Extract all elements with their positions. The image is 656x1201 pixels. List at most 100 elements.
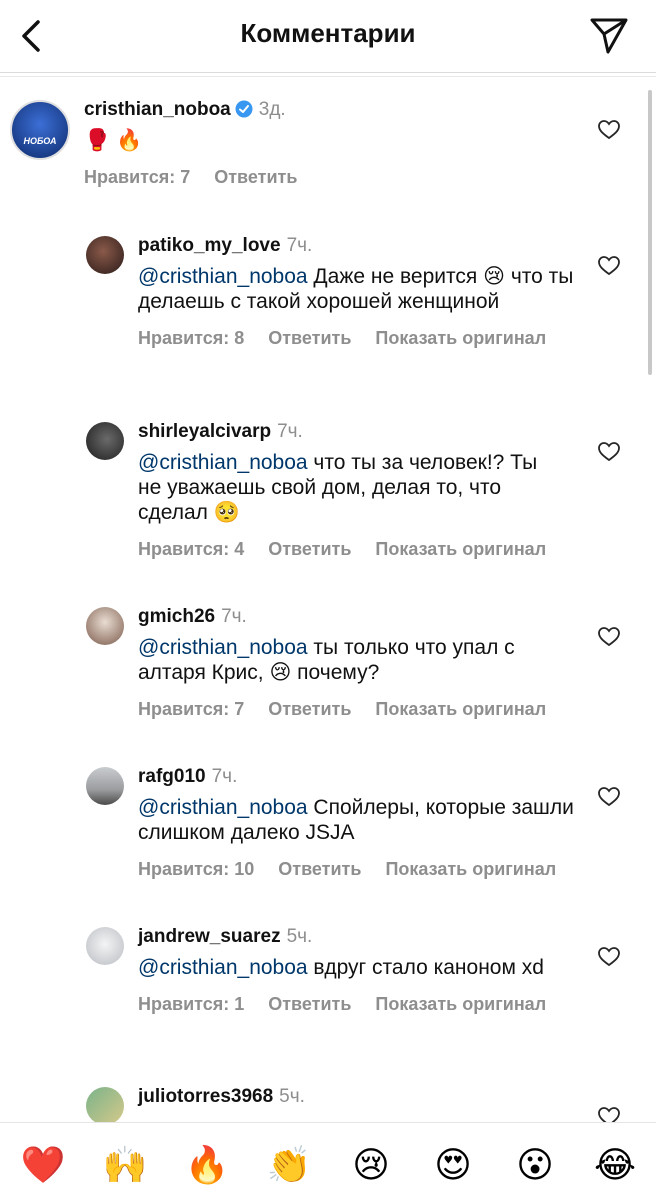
avatar[interactable] bbox=[86, 607, 124, 645]
username[interactable]: shirleyalcivarp bbox=[138, 421, 271, 442]
comment-body: jandrew_suarez 5ч. @cristhian_noboa вдруг… bbox=[138, 925, 578, 1015]
svg-text:😮: 😮 bbox=[516, 1144, 554, 1185]
svg-text:😍: 😍 bbox=[434, 1144, 472, 1185]
comment-meta: patiko_my_love 7ч. bbox=[138, 234, 598, 258]
send-icon[interactable] bbox=[588, 14, 630, 56]
clapping-hands-emoji-icon[interactable]: 👏 bbox=[264, 1139, 314, 1189]
comment-content: вдруг стало каноном xd bbox=[307, 956, 544, 979]
reply-button[interactable]: Ответить bbox=[268, 994, 351, 1014]
comment-actions: Нравится: 1 Ответить Показать оригинал bbox=[138, 994, 578, 1015]
svg-text:😢: 😢 bbox=[352, 1144, 390, 1185]
comment-body: patiko_my_love 7ч. @cristhian_noboa Даже … bbox=[138, 234, 598, 349]
svg-text:😂: 😂 bbox=[594, 1144, 636, 1185]
avatar[interactable] bbox=[86, 767, 124, 805]
comment-actions: Нравится: 7 Ответить Показать оригинал bbox=[138, 699, 578, 720]
comment-actions: Нравится: 7 Ответить bbox=[84, 167, 321, 188]
username[interactable]: jandrew_suarez bbox=[138, 926, 281, 947]
comment-text: 🥊 🔥 bbox=[84, 129, 143, 152]
red-heart-emoji-icon[interactable]: ❤️ bbox=[18, 1139, 68, 1189]
avatar[interactable]: НОБОА bbox=[10, 100, 70, 160]
timestamp: 7ч. bbox=[277, 421, 303, 442]
comment-body: cristhian_noboa 3д. 🥊 🔥 Нравится: 7 Ответи… bbox=[84, 98, 321, 188]
timestamp: 7ч. bbox=[211, 766, 238, 787]
like-heart-icon[interactable] bbox=[598, 787, 620, 807]
like-heart-icon[interactable] bbox=[598, 256, 620, 276]
reply-button[interactable]: Ответить bbox=[278, 859, 361, 879]
heart-eyes-emoji-icon[interactable]: 😍 bbox=[428, 1139, 478, 1189]
like-heart-icon[interactable] bbox=[598, 627, 620, 647]
like-heart-icon[interactable] bbox=[598, 947, 620, 967]
username[interactable]: patiko_my_love bbox=[138, 235, 281, 256]
svg-text:🙌: 🙌 bbox=[103, 1144, 148, 1185]
username[interactable]: cristhian_noboa bbox=[84, 99, 231, 120]
comment-meta: shirleyalcivarp 7ч. bbox=[138, 420, 558, 444]
mention-link[interactable]: @cristhian_noboa bbox=[138, 796, 308, 819]
svg-text:❤️: ❤️ bbox=[21, 1144, 66, 1185]
timestamp: 3д. bbox=[258, 99, 286, 120]
likes-count[interactable]: Нравится: 7 bbox=[138, 699, 244, 719]
avatar[interactable] bbox=[86, 1087, 124, 1125]
tears-of-joy-emoji-icon[interactable]: 😂 bbox=[590, 1139, 640, 1189]
header: Комментарии bbox=[0, 0, 656, 73]
mention-link[interactable]: @cristhian_noboa bbox=[138, 451, 308, 474]
avatar[interactable] bbox=[86, 422, 124, 460]
username[interactable]: rafg010 bbox=[138, 766, 206, 787]
likes-count[interactable]: Нравится: 4 bbox=[138, 539, 244, 559]
raising-hands-emoji-icon[interactable]: 🙌 bbox=[100, 1139, 150, 1189]
show-original-button[interactable]: Показать оригинал bbox=[375, 328, 546, 348]
comment-actions: Нравится: 10 Ответить Показать оригинал bbox=[138, 859, 578, 880]
reply-button[interactable]: Ответить bbox=[268, 539, 351, 559]
comment-actions: Нравится: 4 Ответить Показать оригинал bbox=[138, 539, 558, 560]
likes-count[interactable]: Нравится: 1 bbox=[138, 994, 244, 1014]
show-original-button[interactable]: Показать оригинал bbox=[375, 539, 546, 559]
page-title: Комментарии bbox=[240, 18, 416, 48]
surprised-face-emoji-icon[interactable]: 😮 bbox=[510, 1139, 560, 1189]
reply-button[interactable]: Ответить bbox=[268, 328, 351, 348]
username[interactable]: juliotorres3968 bbox=[138, 1086, 273, 1107]
comment-meta: juliotorres3968 5ч. bbox=[138, 1085, 305, 1109]
username[interactable]: gmich26 bbox=[138, 606, 215, 627]
show-original-button[interactable]: Показать оригинал bbox=[375, 994, 546, 1014]
likes-count[interactable]: Нравится: 7 bbox=[84, 167, 190, 187]
svg-text:👏: 👏 bbox=[267, 1144, 312, 1185]
timestamp: 7ч. bbox=[221, 606, 247, 627]
like-heart-icon[interactable] bbox=[598, 120, 620, 140]
verified-badge-icon bbox=[235, 100, 253, 118]
show-original-button[interactable]: Показать оригинал bbox=[375, 699, 546, 719]
like-heart-icon[interactable] bbox=[598, 442, 620, 462]
comment-meta: jandrew_suarez 5ч. bbox=[138, 925, 578, 949]
reply-button[interactable]: Ответить bbox=[268, 699, 351, 719]
timestamp: 7ч. bbox=[286, 235, 313, 256]
likes-count[interactable]: Нравится: 8 bbox=[138, 328, 244, 348]
mention-link[interactable]: @cristhian_noboa bbox=[138, 265, 308, 288]
comment-text: @cristhian_noboa что ты за человек!? Ты … bbox=[138, 450, 558, 525]
timestamp: 5ч. bbox=[286, 926, 313, 947]
comment-text: @cristhian_noboa Спойлеры, которые зашли… bbox=[138, 795, 578, 845]
comment-text: @cristhian_noboa ты только что упал с ал… bbox=[138, 635, 578, 685]
fire-emoji-icon[interactable]: 🔥 bbox=[182, 1139, 232, 1189]
comment-meta: cristhian_noboa 3д. bbox=[84, 98, 321, 122]
comment-text: @cristhian_noboa вдруг стало каноном xd bbox=[138, 955, 578, 980]
avatar[interactable] bbox=[86, 927, 124, 965]
comment-body: rafg010 7ч. @cristhian_noboa Спойлеры, ко… bbox=[138, 765, 578, 880]
comment-body: juliotorres3968 5ч. bbox=[138, 1085, 305, 1109]
comment-body: gmich26 7ч. @cristhian_noboa ты только чт… bbox=[138, 605, 578, 720]
show-original-button[interactable]: Показать оригинал bbox=[385, 859, 556, 879]
avatar-logo-text: НОБОА bbox=[23, 136, 57, 146]
comment-meta: rafg010 7ч. bbox=[138, 765, 578, 789]
svg-text:🔥: 🔥 bbox=[185, 1144, 230, 1185]
reply-button[interactable]: Ответить bbox=[214, 167, 297, 187]
mention-link[interactable]: @cristhian_noboa bbox=[138, 956, 308, 979]
comment-text: @cristhian_noboa Даже не верится 😢 что т… bbox=[138, 264, 598, 314]
timestamp: 5ч. bbox=[279, 1086, 305, 1107]
divider bbox=[0, 76, 656, 77]
likes-count[interactable]: Нравится: 10 bbox=[138, 859, 254, 879]
mention-link[interactable]: @cristhian_noboa bbox=[138, 636, 308, 659]
avatar[interactable] bbox=[86, 236, 124, 274]
crying-face-emoji-icon[interactable]: 😢 bbox=[346, 1139, 396, 1189]
comment-body: shirleyalcivarp 7ч. @cristhian_noboa что … bbox=[138, 420, 558, 560]
scrollbar[interactable] bbox=[648, 90, 652, 375]
comment-actions: Нравится: 8 Ответить Показать оригинал bbox=[138, 328, 598, 349]
emoji-reaction-bar: ❤️ 🙌 🔥 👏 😢 😍 😮 😂 bbox=[0, 1122, 656, 1201]
comment-meta: gmich26 7ч. bbox=[138, 605, 578, 629]
